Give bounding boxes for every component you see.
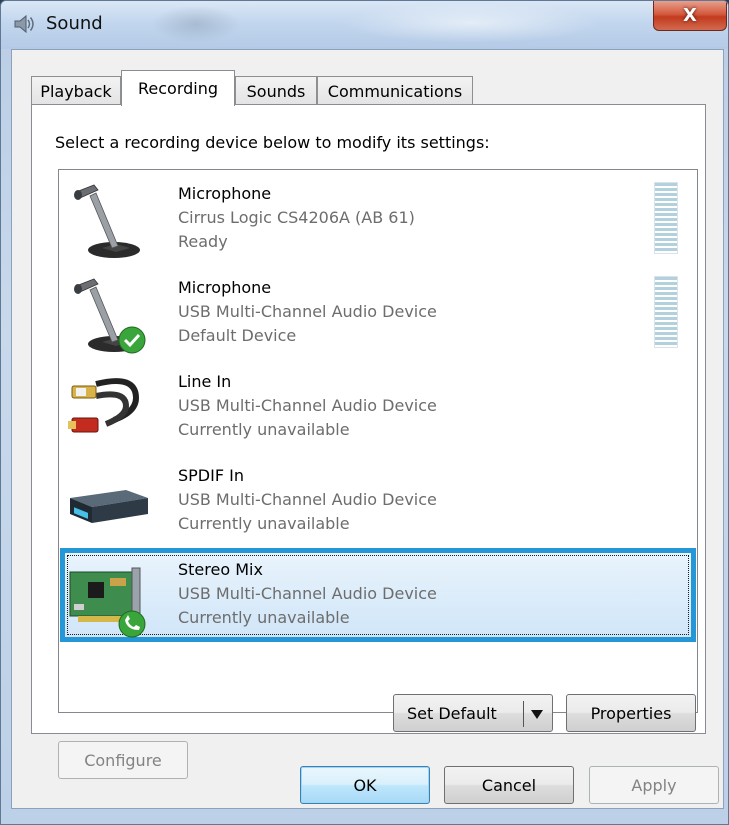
microphone-icon bbox=[74, 184, 140, 258]
device-name: Microphone bbox=[178, 184, 272, 203]
tab-recording[interactable]: Recording bbox=[121, 70, 235, 106]
spdif-receiver-icon bbox=[70, 490, 148, 523]
configure-button[interactable]: Configure bbox=[58, 741, 188, 779]
tab-sounds[interactable]: Sounds bbox=[235, 76, 317, 105]
device-name: Line In bbox=[178, 372, 232, 391]
default-check-badge-icon bbox=[118, 326, 146, 354]
chevron-down-icon[interactable] bbox=[531, 710, 543, 719]
rca-cable-icon bbox=[68, 378, 140, 433]
apply-button[interactable]: Apply bbox=[589, 766, 719, 804]
device-item-microphone-cirrus[interactable]: Microphone Cirrus Logic CS4206A (AB 61) … bbox=[60, 172, 696, 266]
communications-phone-badge-icon bbox=[118, 610, 146, 638]
sound-card-icon bbox=[69, 567, 146, 638]
instruction-text: Select a recording device below to modif… bbox=[55, 133, 490, 152]
speaker-icon bbox=[14, 14, 34, 34]
recording-device-list[interactable]: Microphone Cirrus Logic CS4206A (AB 61) … bbox=[58, 169, 698, 713]
device-driver: USB Multi-Channel Audio Device bbox=[178, 584, 437, 603]
device-name: SPDIF In bbox=[178, 466, 244, 485]
device-driver: USB Multi-Channel Audio Device bbox=[178, 490, 437, 509]
dialog-client-area: Playback Recording Sounds Communications… bbox=[11, 49, 724, 809]
sound-dialog-window: Sound X Playback Recording Sounds Commun… bbox=[0, 0, 729, 825]
tab-communications[interactable]: Communications bbox=[317, 76, 473, 105]
device-item-stereo-mix[interactable]: Stereo Mix USB Multi-Channel Audio Devic… bbox=[60, 548, 696, 642]
recording-tab-panel: Select a recording device below to modif… bbox=[31, 104, 706, 779]
device-item-microphone-usb[interactable]: Microphone USB Multi-Channel Audio Devic… bbox=[60, 266, 696, 360]
device-item-spdif-in[interactable]: SPDIF In USB Multi-Channel Audio Device … bbox=[60, 454, 696, 548]
properties-button[interactable]: Properties bbox=[566, 694, 696, 732]
window-title: Sound bbox=[46, 13, 103, 34]
microphone-icon bbox=[74, 278, 146, 354]
title-bar[interactable]: Sound X bbox=[1, 1, 728, 49]
set-default-label: Set Default bbox=[407, 703, 497, 723]
device-status: Ready bbox=[178, 232, 228, 251]
close-button[interactable]: X bbox=[653, 1, 727, 31]
device-name: Microphone bbox=[178, 278, 272, 297]
device-driver: USB Multi-Channel Audio Device bbox=[178, 302, 437, 321]
device-status: Default Device bbox=[178, 326, 297, 345]
device-driver: USB Multi-Channel Audio Device bbox=[178, 396, 437, 415]
device-item-line-in[interactable]: Line In USB Multi-Channel Audio Device C… bbox=[60, 360, 696, 454]
device-status: Currently unavailable bbox=[178, 608, 350, 627]
ok-button[interactable]: OK bbox=[300, 766, 430, 804]
device-status: Currently unavailable bbox=[178, 420, 350, 439]
cancel-button[interactable]: Cancel bbox=[444, 766, 574, 804]
device-name: Stereo Mix bbox=[178, 560, 263, 579]
set-default-split-button[interactable]: Set Default bbox=[393, 694, 553, 732]
level-meter bbox=[654, 182, 678, 254]
device-status: Currently unavailable bbox=[178, 514, 350, 533]
tab-playback[interactable]: Playback bbox=[31, 76, 121, 105]
level-meter bbox=[654, 276, 678, 348]
device-driver: Cirrus Logic CS4206A (AB 61) bbox=[178, 208, 415, 227]
